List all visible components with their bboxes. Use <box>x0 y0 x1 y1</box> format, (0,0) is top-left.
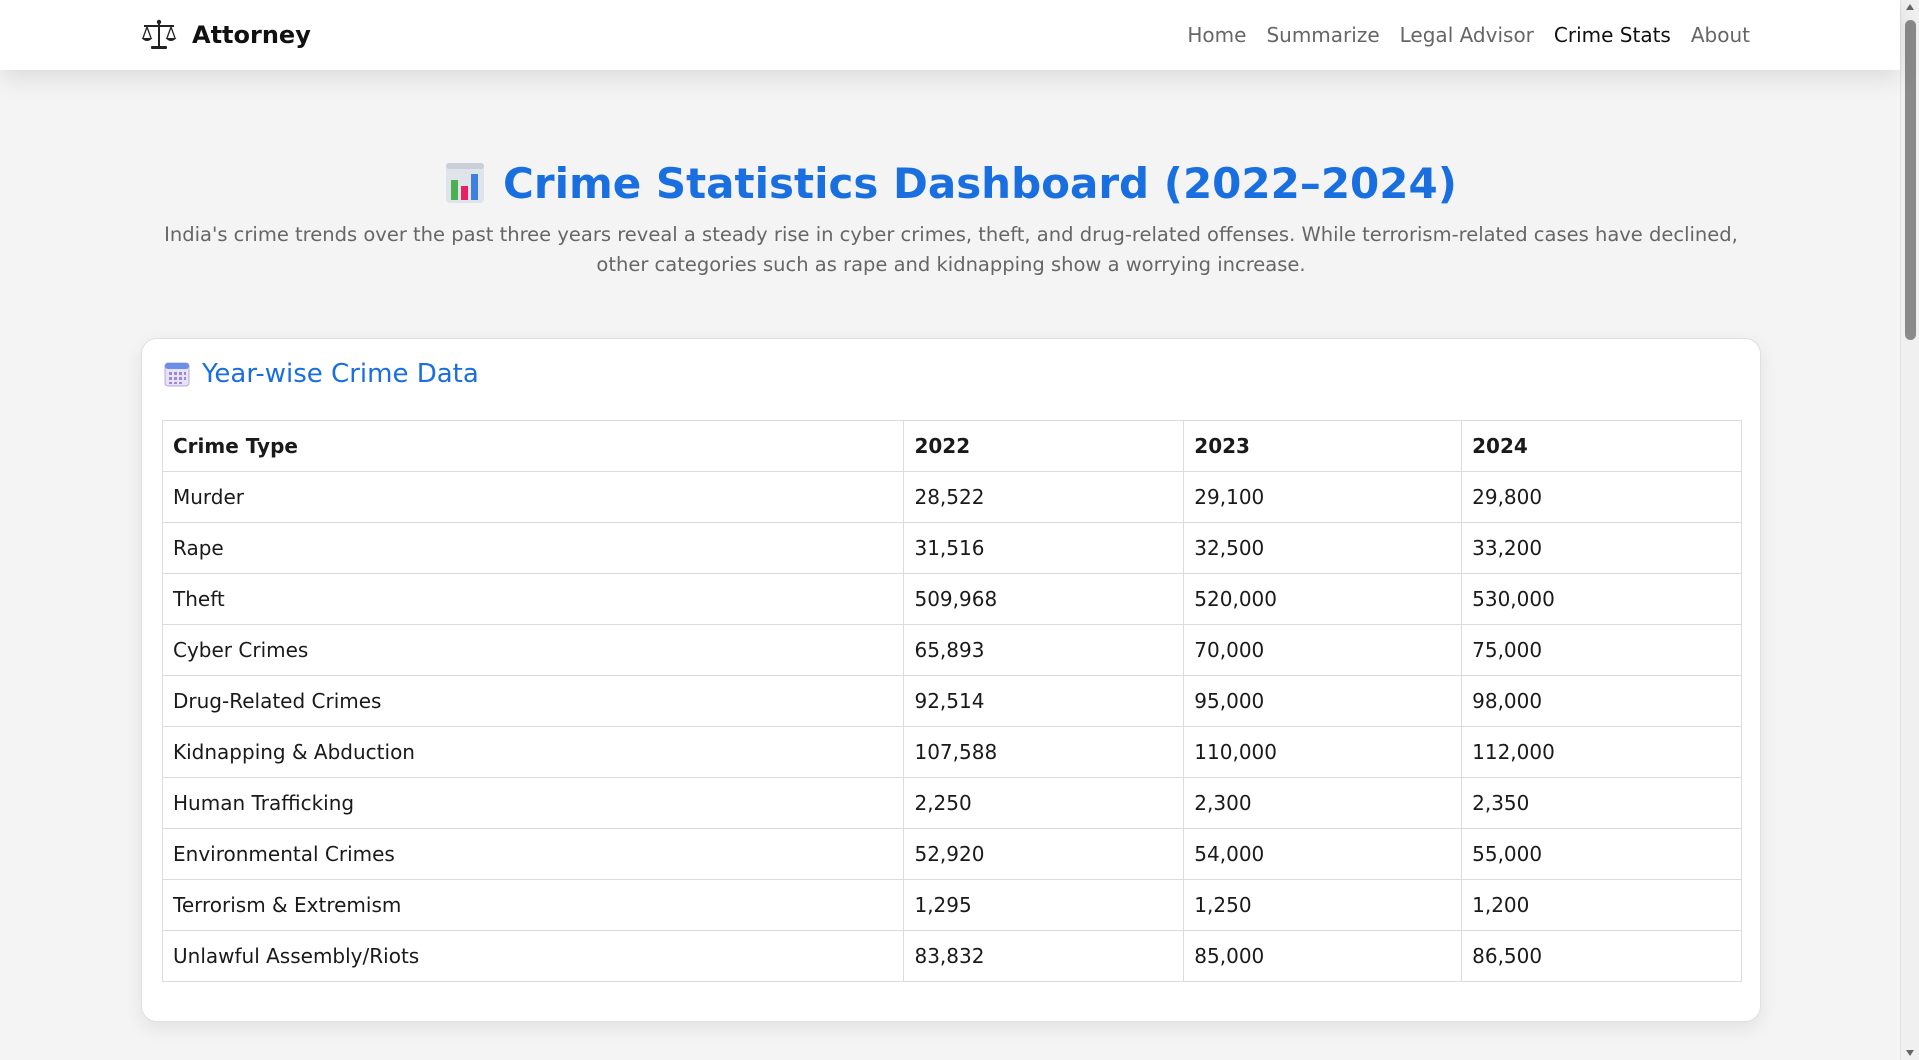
cell-2024: 33,200 <box>1461 522 1742 574</box>
table-row: Murder 28,522 29,100 29,800 <box>161 471 1742 523</box>
cell-2024: 1,200 <box>1461 879 1742 931</box>
cell-2024: 530,000 <box>1461 573 1742 625</box>
table-row: Human Trafficking 2,250 2,300 2,350 <box>161 777 1742 829</box>
cell-2024: 55,000 <box>1461 828 1742 880</box>
column-header-2022: 2022 <box>903 420 1185 472</box>
page-title-text: Crime Statistics Dashboard (2022–2024) <box>503 158 1457 208</box>
cell-2024: 2,350 <box>1461 777 1742 829</box>
table-row: Terrorism & Extremism 1,295 1,250 1,200 <box>161 879 1742 931</box>
nav-link-home[interactable]: Home <box>1187 23 1246 47</box>
cell-2023: 29,100 <box>1183 471 1463 523</box>
nav-link-summarize[interactable]: Summarize <box>1266 23 1379 47</box>
cell-crime-type: Kidnapping & Abduction <box>161 726 905 778</box>
cell-2024: 98,000 <box>1461 675 1742 727</box>
cell-2023: 1,250 <box>1183 879 1463 931</box>
table-row: Cyber Crimes 65,893 70,000 75,000 <box>161 624 1742 676</box>
cell-2022: 65,893 <box>903 624 1185 676</box>
table-row: Unlawful Assembly/Riots 83,832 85,000 86… <box>161 930 1742 982</box>
cell-crime-type: Drug-Related Crimes <box>161 675 905 727</box>
cell-2022: 92,514 <box>903 675 1185 727</box>
scrollbar-thumb[interactable] <box>1905 20 1916 340</box>
nav-link-crime-stats[interactable]: Crime Stats <box>1554 23 1671 47</box>
table-row: Rape 31,516 32,500 33,200 <box>161 522 1742 574</box>
cell-2024: 75,000 <box>1461 624 1742 676</box>
cell-crime-type: Environmental Crimes <box>161 828 905 880</box>
table-row: Kidnapping & Abduction 107,588 110,000 1… <box>161 726 1742 778</box>
cell-crime-type: Terrorism & Extremism <box>161 879 905 931</box>
table-header-row: Crime Type 2022 2023 2024 <box>161 420 1742 472</box>
cell-2022: 83,832 <box>903 930 1185 982</box>
cell-2022: 107,588 <box>903 726 1185 778</box>
cell-2023: 85,000 <box>1183 930 1463 982</box>
cell-2024: 86,500 <box>1461 930 1742 982</box>
column-header-2023: 2023 <box>1183 420 1463 472</box>
table-row: Environmental Crimes 52,920 54,000 55,00… <box>161 828 1742 880</box>
column-header-crime-type: Crime Type <box>161 420 905 472</box>
cell-crime-type: Human Trafficking <box>161 777 905 829</box>
page-description: India's crime trends over the past three… <box>164 223 1738 276</box>
bar-chart-icon <box>445 162 485 204</box>
cell-crime-type: Murder <box>161 471 905 523</box>
crime-data-table: Crime Type 2022 2023 2024 Murder 28,522 … <box>161 420 1742 982</box>
cell-2023: 110,000 <box>1183 726 1463 778</box>
cell-2024: 29,800 <box>1461 471 1742 523</box>
table-row: Drug-Related Crimes 92,514 95,000 98,000 <box>161 675 1742 727</box>
cell-2023: 70,000 <box>1183 624 1463 676</box>
cell-crime-type: Unlawful Assembly/Riots <box>161 930 905 982</box>
cell-crime-type: Rape <box>161 522 905 574</box>
cell-2022: 31,516 <box>903 522 1185 574</box>
card-title: Year-wise Crime Data <box>202 359 479 389</box>
page-title: Crime Statistics Dashboard (2022–2024) <box>140 152 1762 214</box>
calendar-icon <box>164 361 190 387</box>
card-header: Year-wise Crime Data <box>162 339 1740 409</box>
cell-2022: 52,920 <box>903 828 1185 880</box>
cell-2022: 28,522 <box>903 471 1185 523</box>
brand-name: Attorney <box>192 21 311 49</box>
scroll-down-icon[interactable] <box>1906 1050 1914 1056</box>
cell-2023: 2,300 <box>1183 777 1463 829</box>
crime-data-card: Year-wise Crime Data Crime Type 2022 202… <box>141 338 1761 1022</box>
scales-icon <box>140 19 178 51</box>
cell-2023: 54,000 <box>1183 828 1463 880</box>
cell-2022: 509,968 <box>903 573 1185 625</box>
cell-2024: 112,000 <box>1461 726 1742 778</box>
nav-links: Home Summarize Legal Advisor Crime Stats… <box>1187 23 1760 47</box>
cell-crime-type: Cyber Crimes <box>161 624 905 676</box>
scroll-up-icon[interactable] <box>1906 4 1914 10</box>
cell-2022: 2,250 <box>903 777 1185 829</box>
cell-2023: 95,000 <box>1183 675 1463 727</box>
brand[interactable]: Attorney <box>140 19 311 51</box>
top-navbar: Attorney Home Summarize Legal Advisor Cr… <box>0 0 1900 70</box>
hero-section: Crime Statistics Dashboard (2022–2024) I… <box>140 152 1762 280</box>
column-header-2024: 2024 <box>1461 420 1742 472</box>
cell-2023: 32,500 <box>1183 522 1463 574</box>
nav-link-about[interactable]: About <box>1691 23 1750 47</box>
cell-2023: 520,000 <box>1183 573 1463 625</box>
nav-link-legal-advisor[interactable]: Legal Advisor <box>1400 23 1534 47</box>
vertical-scrollbar[interactable] <box>1900 0 1919 1060</box>
cell-2022: 1,295 <box>903 879 1185 931</box>
table-row: Theft 509,968 520,000 530,000 <box>161 573 1742 625</box>
cell-crime-type: Theft <box>161 573 905 625</box>
